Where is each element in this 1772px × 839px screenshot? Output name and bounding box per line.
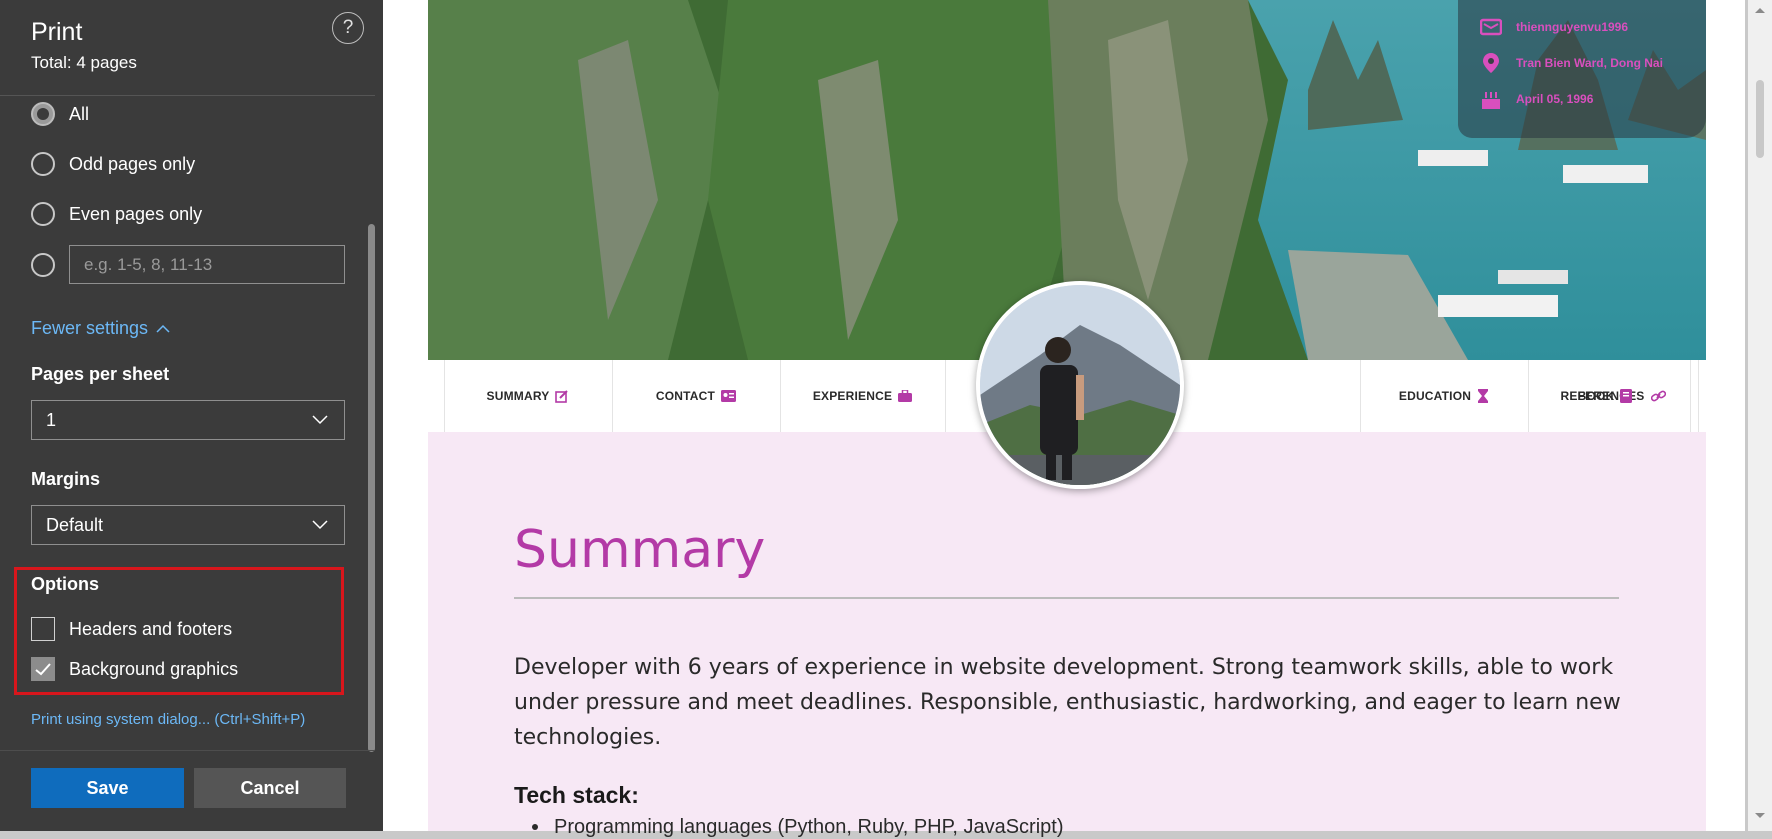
tech-stack-heading: Tech stack: — [514, 782, 639, 808]
margins-label: Margins — [31, 469, 101, 489]
nav-book[interactable]: BOOK — [1529, 360, 1681, 432]
contact-address: Tran Bien Ward, Dong Nai — [1480, 52, 1663, 74]
fewer-settings-link[interactable]: Fewer settings — [31, 318, 170, 339]
pages-per-sheet-select[interactable]: 1 — [31, 400, 345, 440]
radio-label: All — [69, 103, 90, 124]
print-title: Print — [31, 18, 83, 46]
scroll-down-arrow-icon[interactable] — [1754, 812, 1766, 820]
contact-email: thiennguyenvu1996 — [1480, 16, 1628, 38]
hourglass-icon — [1478, 389, 1489, 403]
address-text: Tran Bien Ward, Dong Nai — [1516, 56, 1663, 70]
options-label: Options — [31, 574, 99, 594]
chevron-down-icon — [312, 415, 328, 425]
tech-stack-item: Programming languages (Python, Ruby, PHP… — [554, 816, 1064, 838]
scroll-thumb[interactable] — [1756, 80, 1764, 158]
margins-value: Default — [46, 514, 104, 535]
headers-footers-label: Headers and footers — [69, 618, 233, 639]
id-card-icon — [721, 390, 737, 402]
radio-button[interactable] — [31, 152, 55, 176]
summary-section: Summary Developer with 6 years of experi… — [428, 432, 1706, 838]
birthday-cake-icon — [1482, 92, 1500, 109]
help-icon[interactable]: ? — [332, 12, 364, 44]
chevron-down-icon — [312, 520, 328, 530]
print-settings-panel: Print Total: 4 pages ? All Odd pages onl… — [0, 0, 383, 831]
checkmark-icon — [35, 662, 51, 675]
email-text: thiennguyenvu1996 — [1516, 20, 1629, 34]
total-pages: Total: 4 pages — [31, 53, 137, 72]
radio-odd-pages[interactable]: Odd pages only — [31, 151, 195, 177]
radio-button[interactable] — [31, 202, 55, 226]
radio-all-pages[interactable]: All — [31, 101, 89, 127]
page-range-input[interactable] — [69, 245, 345, 284]
chevron-up-icon — [156, 324, 170, 333]
preview-page: thiennguyenvu1996 Tran Bien Ward, Dong N… — [383, 0, 1745, 838]
location-pin-icon — [1483, 53, 1499, 73]
radio-button[interactable] — [31, 102, 55, 126]
nav-label: EXPERIENCE — [812, 389, 893, 403]
profile-avatar — [976, 281, 1184, 489]
nav-contact[interactable]: CONTACT — [612, 360, 780, 432]
scroll-up-arrow-icon[interactable] — [1754, 6, 1766, 14]
birthday-text: April 05, 1996 — [1516, 92, 1594, 106]
background-graphics-option[interactable]: Background graphics — [31, 657, 238, 681]
bullet — [532, 824, 538, 830]
nav-education[interactable]: EDUCATION — [1360, 360, 1528, 432]
footer-divider — [0, 750, 375, 751]
fewer-settings-label: Fewer settings — [31, 318, 149, 338]
nav-experience[interactable]: EXPERIENCE — [780, 360, 945, 432]
nav-label: SUMMARY — [486, 389, 550, 403]
background-graphics-label: Background graphics — [69, 658, 239, 679]
header-divider — [0, 95, 375, 96]
edit-icon — [555, 390, 569, 403]
radio-even-pages[interactable]: Even pages only — [31, 201, 202, 227]
system-dialog-link[interactable]: Print using system dialog... (Ctrl+Shift… — [31, 711, 305, 728]
summary-heading: Summary — [514, 520, 766, 580]
headers-footers-option[interactable]: Headers and footers — [31, 617, 232, 641]
radio-button[interactable] — [31, 253, 55, 277]
margins-select[interactable]: Default — [31, 505, 345, 545]
book-icon — [1620, 389, 1633, 403]
nav-summary[interactable]: SUMMARY — [444, 360, 612, 432]
cancel-button[interactable]: Cancel — [194, 768, 346, 808]
nav-label: BOOK — [1577, 389, 1615, 403]
nav-label: EDUCATION — [1398, 389, 1472, 403]
radio-label: Odd pages only — [69, 153, 196, 174]
print-preview: thiennguyenvu1996 Tran Bien Ward, Dong N… — [383, 0, 1748, 838]
summary-paragraph: Developer with 6 years of experience in … — [514, 655, 1621, 750]
save-button[interactable]: Save — [31, 768, 184, 808]
nav-label: CONTACT — [655, 389, 716, 403]
summary-divider — [514, 597, 1619, 599]
radio-label: Even pages only — [69, 203, 203, 224]
contact-card: thiennguyenvu1996 Tran Bien Ward, Dong N… — [1458, 0, 1706, 138]
radio-custom-pages[interactable] — [31, 252, 55, 278]
mail-icon — [1480, 18, 1502, 36]
checkbox[interactable] — [31, 657, 55, 681]
checkbox[interactable] — [31, 617, 55, 641]
briefcase-icon — [898, 390, 913, 402]
pages-per-sheet-label: Pages per sheet — [31, 364, 170, 384]
panel-scrollbar[interactable] — [368, 224, 375, 752]
contact-birthday: April 05, 1996 — [1480, 88, 1593, 110]
pages-per-sheet-value: 1 — [46, 409, 57, 430]
